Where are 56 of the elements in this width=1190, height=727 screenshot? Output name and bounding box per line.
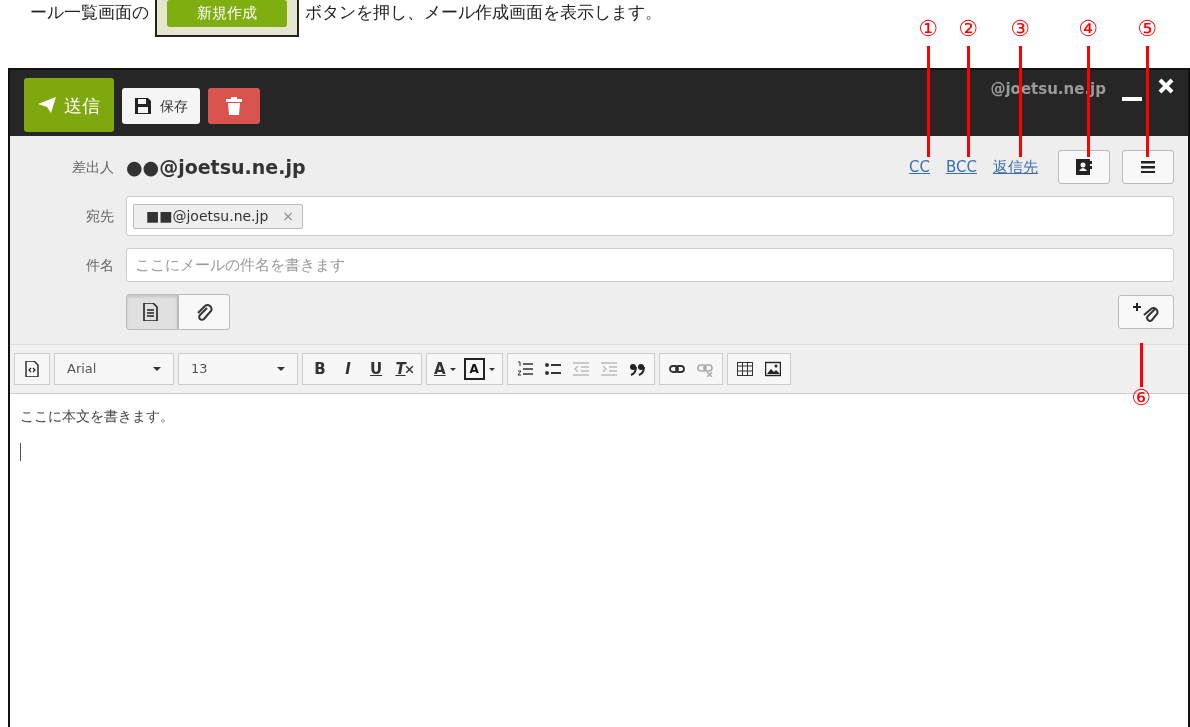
contacts-button[interactable] [1058, 150, 1110, 184]
italic-button[interactable]: I [335, 355, 361, 383]
instruction-text: ール一覧画面の [30, 1, 149, 24]
caret-icon [449, 367, 456, 371]
callout-number: ④ [1078, 18, 1098, 40]
bold-button[interactable]: B [307, 355, 333, 383]
header-link[interactable]: BCC [946, 155, 977, 179]
callout-number: ① [918, 18, 938, 40]
table-icon [736, 361, 753, 377]
field-label: 宛先 [85, 206, 114, 226]
document-icon [143, 303, 161, 321]
caret-icon [488, 367, 495, 371]
source-icon [24, 361, 40, 377]
indent-icon [600, 361, 617, 377]
callout-number: ③ [1010, 18, 1030, 40]
field-label: 差出人 [71, 157, 114, 177]
text-tab[interactable] [126, 294, 178, 330]
contact-card-icon [1076, 159, 1092, 175]
menu-icon [1141, 161, 1155, 173]
x-mark-icon [405, 365, 413, 373]
recipient-chip[interactable]: ■■@joetsu.ne.jp × [133, 203, 304, 229]
trash-icon [226, 97, 242, 115]
recipient-field[interactable]: ■■@joetsu.ne.jp × [126, 196, 1174, 236]
attachment-tab[interactable] [178, 294, 230, 330]
image-icon [764, 361, 781, 377]
paper-plane-icon [38, 97, 56, 113]
unlink-icon [696, 361, 713, 377]
text-color-button[interactable]: A [431, 355, 459, 383]
field-label: 件名 [85, 255, 114, 275]
callout-number: ② [958, 18, 978, 40]
instruction-text: ボタンを押し、メール作成画面を表示します。 [305, 1, 662, 24]
clear-format-button[interactable]: T [391, 355, 417, 383]
menu-button[interactable] [1122, 150, 1174, 184]
callout-number: ⑤ [1137, 18, 1157, 40]
leader-line [1139, 343, 1143, 387]
numbered-list-icon [516, 361, 533, 377]
font-size-dropdown[interactable]: 13 [183, 355, 293, 383]
paperclip-icon [195, 303, 213, 321]
highlight-color-button[interactable]: A [460, 355, 498, 383]
font-dropdown[interactable]: Arial [59, 355, 169, 383]
quote-icon [628, 361, 645, 377]
close-icon[interactable] [1158, 78, 1174, 94]
sender-address: ●●@joetsu.ne.jp [126, 154, 307, 180]
delete-button[interactable] [208, 88, 260, 124]
text-cursor [20, 443, 21, 461]
bullet-list-icon [544, 361, 561, 377]
underline-button[interactable]: U [363, 355, 389, 383]
caret-icon [277, 367, 285, 371]
save-button[interactable]: 保存 [122, 88, 200, 124]
header-link[interactable]: 返信先 [993, 155, 1038, 179]
subject-field[interactable]: ここにメールの件名を書きます [126, 248, 1174, 282]
header-link[interactable]: CC [909, 155, 930, 179]
add-paperclip-icon [1133, 302, 1159, 322]
outdent-icon [572, 361, 589, 377]
caret-icon [153, 367, 161, 371]
add-attachment-button[interactable] [1118, 295, 1174, 329]
